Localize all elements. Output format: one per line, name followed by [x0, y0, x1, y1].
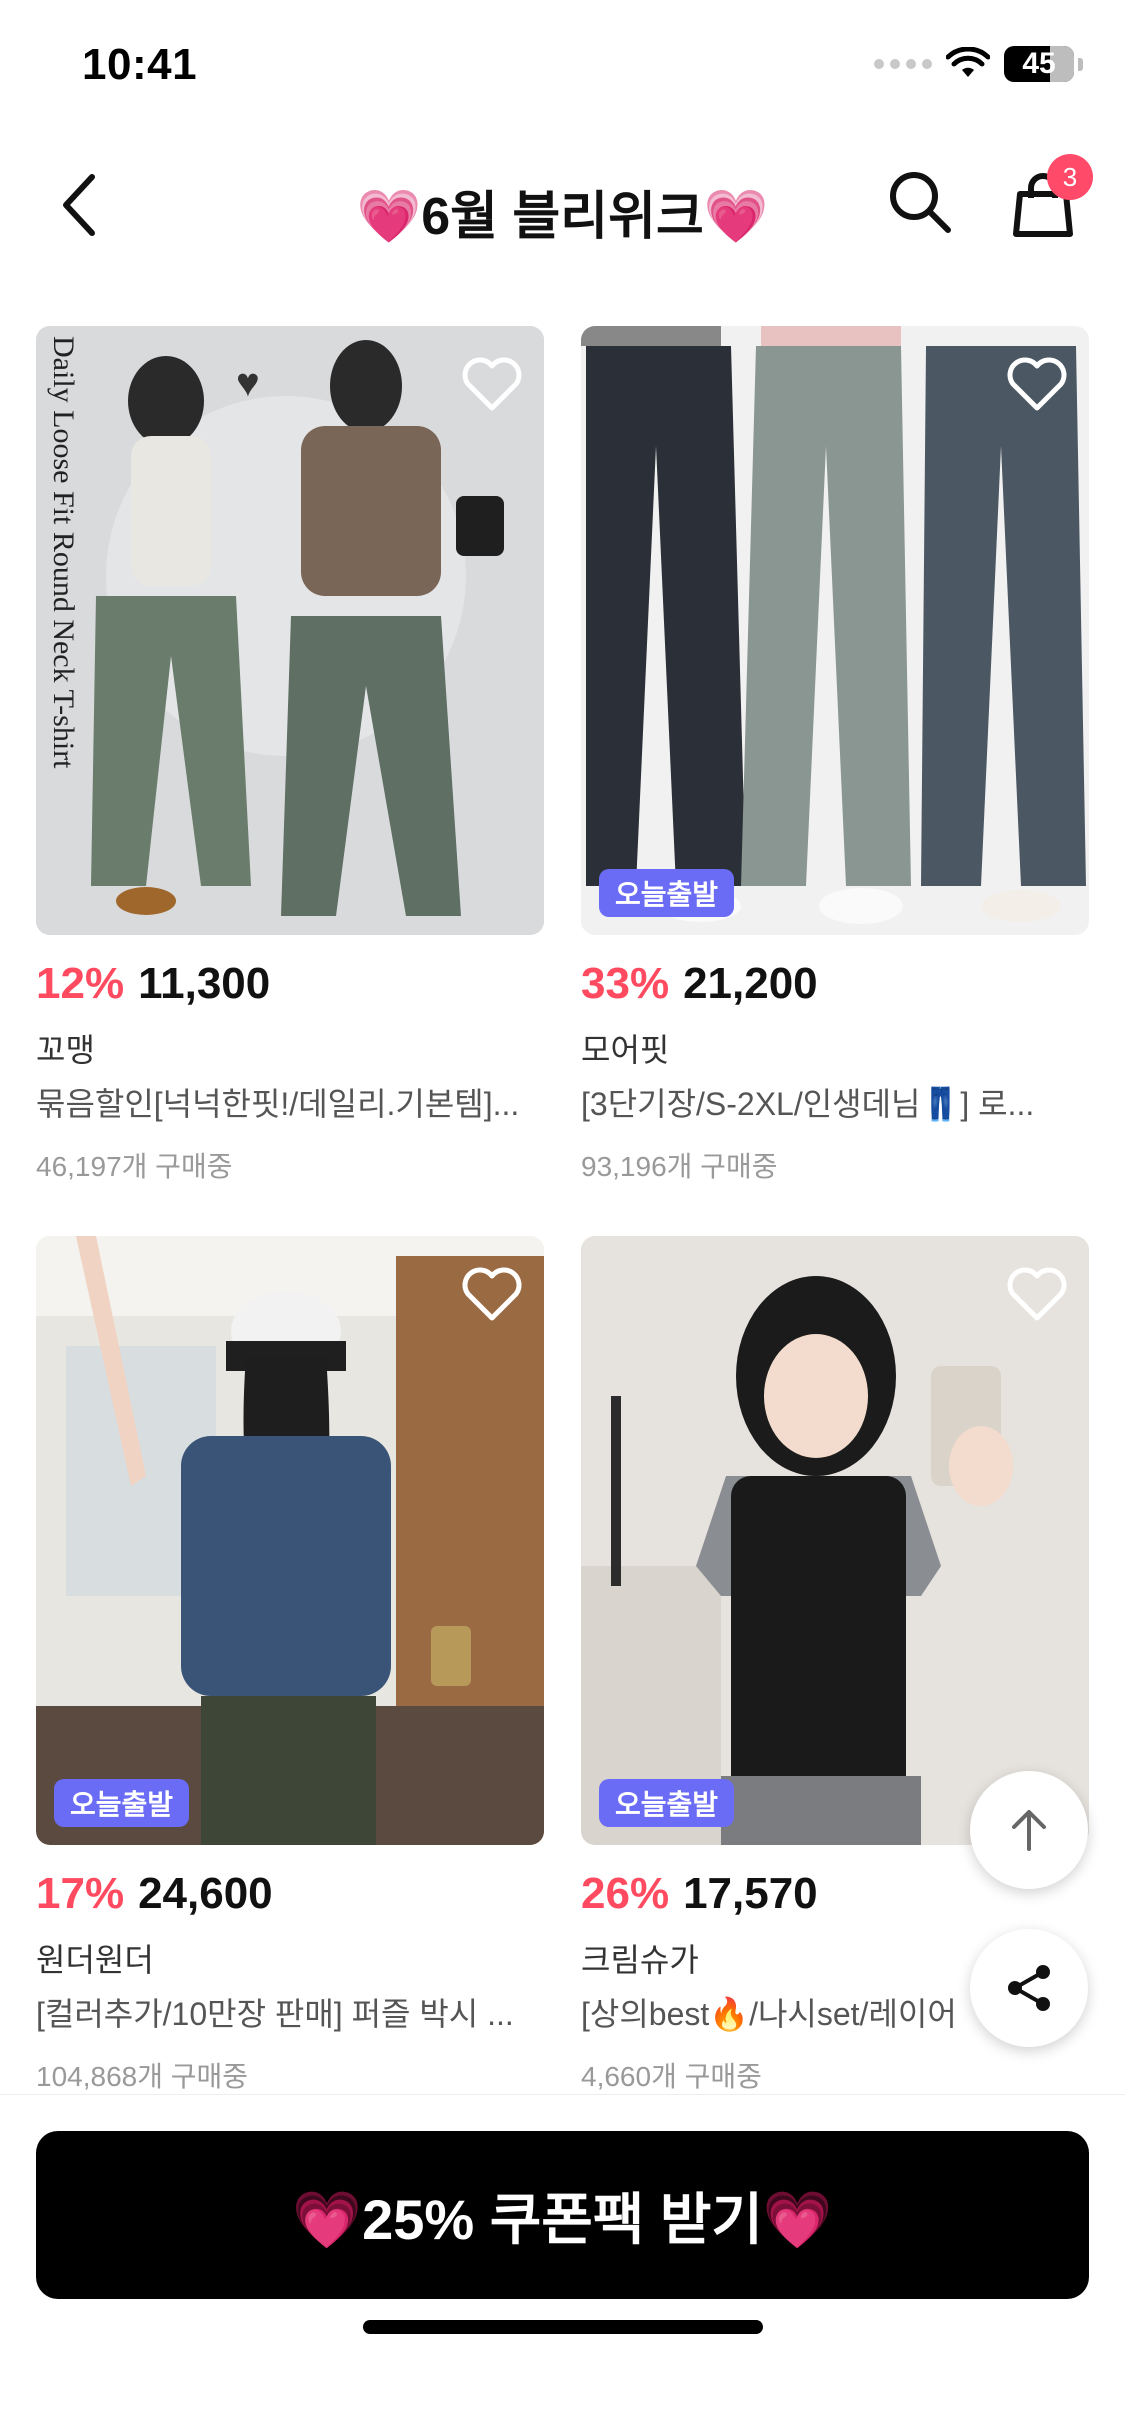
wifi-icon: [946, 47, 990, 77]
product-card[interactable]: 오늘출발 17% 24,600 원더원더 [컬러추가/10만장 판매] 퍼즐 박…: [36, 1236, 544, 2095]
product-photo: [581, 326, 1089, 935]
heart-icon[interactable]: [460, 352, 524, 416]
discount-rate: 12%: [36, 959, 125, 1008]
price: 17,570: [683, 1869, 818, 1918]
product-photo: [36, 1236, 544, 1845]
purchase-count: 104,868개 구매중: [36, 2061, 249, 2092]
purchase-count: 93,196개 구매중: [581, 1151, 778, 1182]
scroll-to-top-button[interactable]: [970, 1771, 1088, 1889]
price-row: 12% 11,300: [36, 959, 544, 1009]
heart-icon[interactable]: [1005, 1262, 1069, 1326]
price: 21,200: [683, 959, 818, 1008]
cart-count-badge: 3: [1047, 154, 1093, 200]
price: 24,600: [138, 1869, 273, 1918]
battery-icon: 45: [1004, 46, 1074, 82]
product-image[interactable]: 오늘출발: [581, 326, 1089, 935]
product-card[interactable]: 오늘출발 33% 21,200 모어핏 [3단기장/S-2XL/인생데님👖] 로…: [581, 326, 1089, 1185]
same-day-shipping-badge: 오늘출발: [599, 869, 735, 917]
product-image[interactable]: Daily Loose Fit Round Neck T-shirt ♥: [36, 326, 544, 935]
price: 11,300: [138, 959, 271, 1008]
product-description[interactable]: [3단기장/S-2XL/인생데님👖] 로...: [581, 1079, 1089, 1125]
price-row: 33% 21,200: [581, 959, 1089, 1009]
product-description[interactable]: [컬러추가/10만장 판매] 퍼즐 박시 ...: [36, 1989, 544, 2035]
product-photo: [581, 1236, 1089, 1845]
product-image[interactable]: 오늘출발: [36, 1236, 544, 1845]
svg-text:♥: ♥: [236, 361, 260, 405]
status-time: 10:41: [82, 40, 198, 89]
heart-icon[interactable]: [1005, 352, 1069, 416]
price-row: 17% 24,600: [36, 1869, 544, 1919]
battery-level: 45: [1022, 47, 1056, 80]
photo-caption: Daily Loose Fit Round Neck T-shirt: [47, 336, 80, 769]
search-button[interactable]: [880, 162, 960, 242]
bottom-bar: 💗25% 쿠폰팩 받기💗: [0, 2094, 1125, 2436]
product-card[interactable]: Daily Loose Fit Round Neck T-shirt ♥ 12%…: [36, 326, 544, 1185]
brand-name[interactable]: 꼬맹: [36, 1025, 544, 1071]
share-icon: [1008, 1965, 1050, 2011]
search-icon: [890, 172, 951, 233]
discount-rate: 33%: [581, 959, 670, 1008]
same-day-shipping-badge: 오늘출발: [599, 1779, 735, 1827]
header: 💗6월 블리위크💗 3: [0, 140, 1125, 270]
discount-rate: 26%: [581, 1869, 670, 1918]
home-indicator[interactable]: [363, 2320, 763, 2334]
share-button[interactable]: [970, 1929, 1088, 2047]
product-photo: Daily Loose Fit Round Neck T-shirt ♥: [36, 326, 544, 935]
arrow-up-icon: [1012, 1810, 1046, 1851]
coupon-pack-button[interactable]: 💗25% 쿠폰팩 받기💗: [36, 2131, 1089, 2299]
discount-rate: 17%: [36, 1869, 125, 1918]
brand-name[interactable]: 모어핏: [581, 1025, 1089, 1071]
heart-icon[interactable]: [460, 1262, 524, 1326]
cellular-signal-icon: [874, 59, 932, 69]
status-icons: 45: [874, 46, 1083, 82]
purchase-count: 4,660개 구매중: [581, 2061, 762, 2092]
product-description[interactable]: 묶음할인[넉넉한핏!/데일리.기본템]...: [36, 1079, 544, 1125]
purchase-count: 46,197개 구매중: [36, 1151, 233, 1182]
status-bar: 10:41 45: [0, 0, 1125, 135]
same-day-shipping-badge: 오늘출발: [54, 1779, 190, 1827]
product-image[interactable]: 오늘출발: [581, 1236, 1089, 1845]
cart-button[interactable]: 3: [1000, 154, 1093, 247]
brand-name[interactable]: 원더원더: [36, 1935, 544, 1981]
